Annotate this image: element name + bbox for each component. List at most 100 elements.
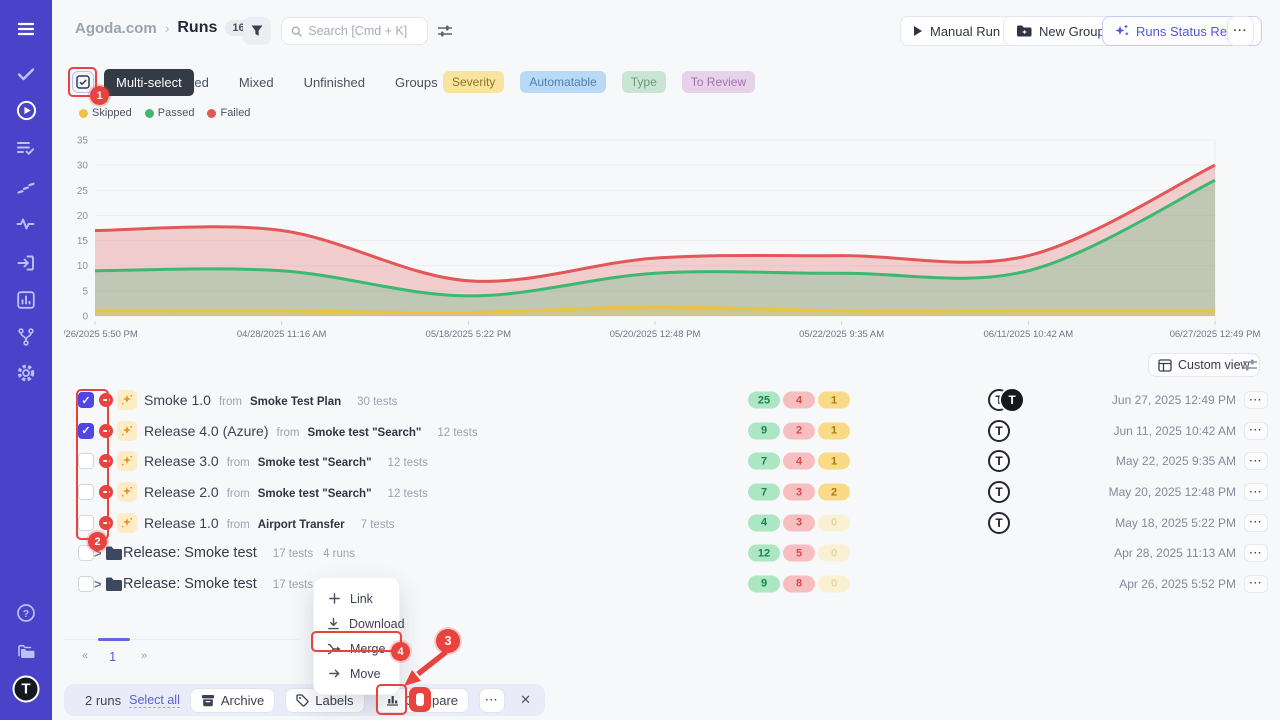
menu-item-link[interactable]: Link — [314, 586, 399, 611]
legend-label: Failed — [220, 107, 250, 119]
tab-mixed[interactable]: Mixed — [239, 75, 274, 90]
failed-badge: 3 — [783, 484, 815, 501]
row-more-button[interactable]: ··· — [1244, 575, 1268, 593]
row-more-button[interactable]: ··· — [1244, 391, 1268, 409]
import-icon[interactable] — [14, 251, 38, 275]
search-input[interactable] — [308, 24, 418, 38]
from-label: from — [219, 396, 242, 408]
sparkle-icon — [117, 390, 137, 410]
selection-action-bar: 2 runs Select all Archive Labels Compare… — [64, 684, 545, 716]
pagination-prev[interactable]: « — [82, 650, 88, 662]
run-row[interactable]: ✓Release 4.0 (Azure)fromSmoke test "Sear… — [76, 416, 1268, 447]
tag-icon — [296, 694, 309, 707]
branches-icon[interactable] — [14, 325, 38, 349]
menu-icon[interactable] — [14, 17, 38, 41]
svg-text:05/20/2025 12:48 PM: 05/20/2025 12:48 PM — [610, 329, 701, 340]
user-avatar[interactable]: T — [13, 676, 40, 703]
analytics-icon[interactable] — [14, 288, 38, 312]
failed-status-icon — [99, 516, 113, 530]
run-row[interactable]: ✓Smoke 1.0fromSmoke Test Plan30 tests254… — [76, 385, 1268, 416]
row-checkbox[interactable] — [78, 576, 94, 592]
bulk-more-button[interactable]: ··· — [479, 688, 505, 713]
check-icon[interactable] — [14, 62, 38, 86]
passed-badge: 7 — [748, 484, 780, 501]
list-settings-icon[interactable] — [1242, 358, 1258, 377]
new-group-button[interactable]: New Group — [1003, 16, 1118, 46]
row-checkbox[interactable]: ✓ — [78, 392, 94, 408]
filter-tag-automatable[interactable]: Automatable — [520, 71, 605, 93]
legend-item-failed[interactable]: Failed — [207, 107, 250, 119]
run-row[interactable]: Release 2.0fromSmoke test "Search"12 tes… — [76, 477, 1268, 508]
run-source[interactable]: Smoke test "Search" — [258, 488, 372, 500]
assignee-avatar[interactable]: T — [988, 420, 1010, 442]
select-all-link[interactable]: Select all — [129, 693, 180, 708]
run-row[interactable]: Release 3.0fromSmoke test "Search"12 tes… — [76, 446, 1268, 477]
row-checkbox[interactable]: ✓ — [78, 423, 94, 439]
row-more-button[interactable]: ··· — [1244, 422, 1268, 440]
run-source[interactable]: Smoke Test Plan — [250, 396, 341, 408]
runs-count: 4 runs — [323, 548, 355, 560]
assignee-avatar[interactable]: T — [988, 512, 1010, 534]
filter-tag-to-review[interactable]: To Review — [682, 71, 755, 93]
menu-item-move[interactable]: Move — [314, 661, 399, 686]
archive-icon — [201, 694, 215, 707]
row-more-button[interactable]: ··· — [1244, 452, 1268, 470]
assignee-avatar[interactable]: T — [988, 481, 1010, 503]
header-more-button[interactable]: ··· — [1227, 16, 1254, 46]
steps-icon[interactable] — [14, 175, 38, 199]
skipped-badge: 1 — [818, 392, 850, 409]
group-row[interactable]: >Release: Smoke test17 tests7 runs980Apr… — [76, 569, 1268, 600]
tab-groups[interactable]: Groups — [395, 75, 438, 90]
assignee-avatar[interactable]: T — [1001, 389, 1023, 411]
tab-unfinished[interactable]: Unfinished — [304, 75, 365, 90]
search-box[interactable] — [281, 17, 428, 45]
archive-button[interactable]: Archive — [190, 688, 275, 713]
more-icon: ··· — [1234, 25, 1248, 37]
svg-text:05/22/2025 9:35 AM: 05/22/2025 9:35 AM — [799, 329, 884, 340]
legend-item-skipped[interactable]: Skipped — [79, 107, 132, 119]
breadcrumb: Agoda.com › Runs 16 — [75, 19, 252, 37]
row-more-button[interactable]: ··· — [1244, 544, 1268, 562]
bar-chart-icon — [386, 694, 399, 706]
sparkle-icon — [117, 482, 137, 502]
run-row[interactable]: Release 1.0fromAirport Transfer7 tests43… — [76, 507, 1268, 538]
row-checkbox[interactable] — [78, 484, 94, 500]
menu-item-download[interactable]: Download — [314, 611, 399, 636]
projects-icon[interactable] — [14, 640, 38, 664]
row-checkbox[interactable] — [78, 515, 94, 531]
sparkle-icon — [117, 421, 137, 441]
close-selection-icon[interactable]: ✕ — [520, 692, 531, 708]
sparkle-icon — [117, 451, 137, 471]
run-source[interactable]: Smoke test "Search" — [308, 427, 422, 439]
svg-text:20: 20 — [77, 211, 89, 222]
filter-tag-severity[interactable]: Severity — [443, 71, 504, 93]
assignee-avatar[interactable]: T — [988, 450, 1010, 472]
failed-status-icon — [99, 424, 113, 438]
help-icon[interactable]: ? — [14, 601, 38, 625]
pagination-page-1[interactable]: 1 — [109, 649, 116, 664]
row-more-button[interactable]: ··· — [1244, 514, 1268, 532]
archive-label: Archive — [221, 693, 264, 708]
settings-icon[interactable] — [14, 361, 38, 385]
run-source[interactable]: Airport Transfer — [258, 519, 345, 531]
row-checkbox[interactable] — [78, 453, 94, 469]
test-list-icon[interactable] — [14, 136, 38, 160]
pagination-next[interactable]: » — [141, 650, 147, 662]
row-more-button[interactable]: ··· — [1244, 483, 1268, 501]
manual-run-button[interactable]: Manual Run — [900, 16, 1013, 46]
run-date: Apr 28, 2025 11:13 AM — [1114, 538, 1236, 569]
view-settings-icon[interactable] — [437, 24, 453, 43]
menu-item-merge[interactable]: Merge — [314, 636, 399, 661]
filter-tag-type[interactable]: Type — [622, 71, 666, 93]
breadcrumb-project[interactable]: Agoda.com — [75, 20, 157, 37]
play-circle-icon[interactable] — [14, 98, 38, 122]
pulse-icon[interactable] — [14, 212, 38, 236]
run-date: May 18, 2025 5:22 PM — [1115, 507, 1236, 538]
run-source[interactable]: Smoke test "Search" — [258, 457, 372, 469]
expand-chevron-icon[interactable]: > — [94, 576, 102, 591]
group-row[interactable]: >Release: Smoke test17 tests4 runs1250Ap… — [76, 538, 1268, 569]
context-menu: LinkDownloadMergeMove — [313, 577, 400, 695]
filter-button[interactable] — [243, 17, 271, 45]
run-date: Jun 27, 2025 12:49 PM — [1112, 385, 1236, 416]
legend-item-passed[interactable]: Passed — [145, 107, 195, 119]
